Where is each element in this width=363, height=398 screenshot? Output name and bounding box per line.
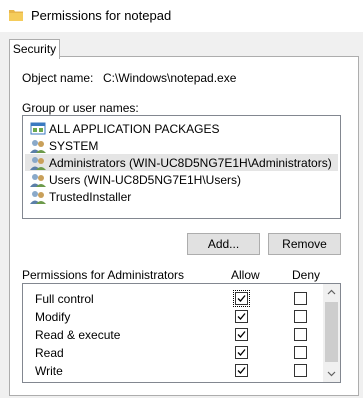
checkmark-icon	[237, 295, 246, 302]
permissions-label: Permissions for Administrators	[22, 268, 185, 282]
remove-button[interactable]: Remove	[268, 233, 341, 255]
allow-checkbox[interactable]	[235, 364, 248, 377]
tab-security[interactable]: Security	[9, 39, 60, 59]
permission-row-partial	[23, 379, 323, 383]
users-icon	[30, 140, 46, 153]
chevron-up-icon	[327, 289, 336, 295]
permission-row-read-execute: Read & execute	[23, 325, 323, 343]
users-icon	[30, 174, 46, 187]
deny-header: Deny	[292, 268, 321, 282]
checkmark-icon	[237, 331, 246, 338]
users-icon	[30, 191, 46, 204]
scroll-down-button[interactable]	[323, 365, 340, 382]
list-item-system[interactable]: SYSTEM	[25, 137, 338, 154]
tab-bar: Security	[0, 32, 363, 59]
users-icon	[30, 157, 46, 170]
chevron-down-icon	[327, 371, 336, 377]
list-item-users[interactable]: Users (WIN-UC8D5NG7E1H\Users)	[25, 171, 338, 188]
list-item-label: SYSTEM	[49, 139, 99, 153]
deny-checkbox[interactable]	[294, 364, 307, 377]
packages-icon	[30, 122, 46, 135]
list-item-label: ALL APPLICATION PACKAGES	[49, 122, 220, 136]
title-bar: Permissions for notepad	[0, 0, 363, 32]
add-button[interactable]: Add...	[187, 233, 260, 255]
list-item-all-application-packages[interactable]: ALL APPLICATION PACKAGES	[25, 120, 338, 137]
deny-checkbox[interactable]	[294, 292, 307, 305]
window-title: Permissions for notepad	[31, 8, 172, 23]
list-item-administrators[interactable]: Administrators (WIN-UC8D5NG7E1H\Administ…	[25, 154, 338, 171]
checkmark-icon	[237, 349, 246, 356]
object-name-label: Object name:	[22, 71, 94, 85]
list-item-trustedinstaller[interactable]: TrustedInstaller	[25, 188, 338, 205]
list-item-label: TrustedInstaller	[49, 190, 132, 204]
checkmark-icon	[237, 313, 246, 320]
scroll-thumb[interactable]	[325, 302, 338, 362]
group-user-list[interactable]: ALL APPLICATION PACKAGES SYSTEM Administ…	[22, 115, 341, 219]
allow-checkbox[interactable]	[235, 382, 248, 383]
checkmark-icon	[237, 367, 246, 374]
allow-checkbox[interactable]	[235, 328, 248, 341]
permission-name: Write	[35, 364, 63, 378]
object-name-value: C:\Windows\notepad.exe	[103, 71, 237, 85]
permission-row-read: Read	[23, 343, 323, 361]
deny-checkbox[interactable]	[294, 382, 307, 383]
list-item-label: Administrators (WIN-UC8D5NG7E1H\Administ…	[49, 156, 332, 170]
deny-checkbox[interactable]	[294, 328, 307, 341]
deny-checkbox[interactable]	[294, 346, 307, 359]
permissions-scrollbar[interactable]	[323, 284, 340, 382]
permission-name: Read	[35, 346, 64, 360]
permission-row-modify: Modify	[23, 307, 323, 325]
permission-name: Read & execute	[35, 328, 121, 342]
permission-row-write: Write	[23, 361, 323, 379]
permission-name: Modify	[35, 310, 71, 324]
deny-checkbox[interactable]	[294, 310, 307, 323]
group-names-label: Group or user names:	[22, 101, 139, 115]
allow-checkbox[interactable]	[233, 290, 250, 307]
permission-name: Full control	[35, 292, 94, 306]
scroll-up-button[interactable]	[323, 284, 340, 301]
allow-checkbox[interactable]	[235, 346, 248, 359]
allow-header: Allow	[231, 268, 260, 282]
list-item-label: Users (WIN-UC8D5NG7E1H\Users)	[49, 173, 242, 187]
permissions-list[interactable]: Full control Modify Read & execute Read …	[22, 283, 341, 383]
folder-icon	[9, 10, 23, 21]
permission-row-full-control: Full control	[23, 289, 323, 307]
allow-checkbox[interactable]	[235, 310, 248, 323]
